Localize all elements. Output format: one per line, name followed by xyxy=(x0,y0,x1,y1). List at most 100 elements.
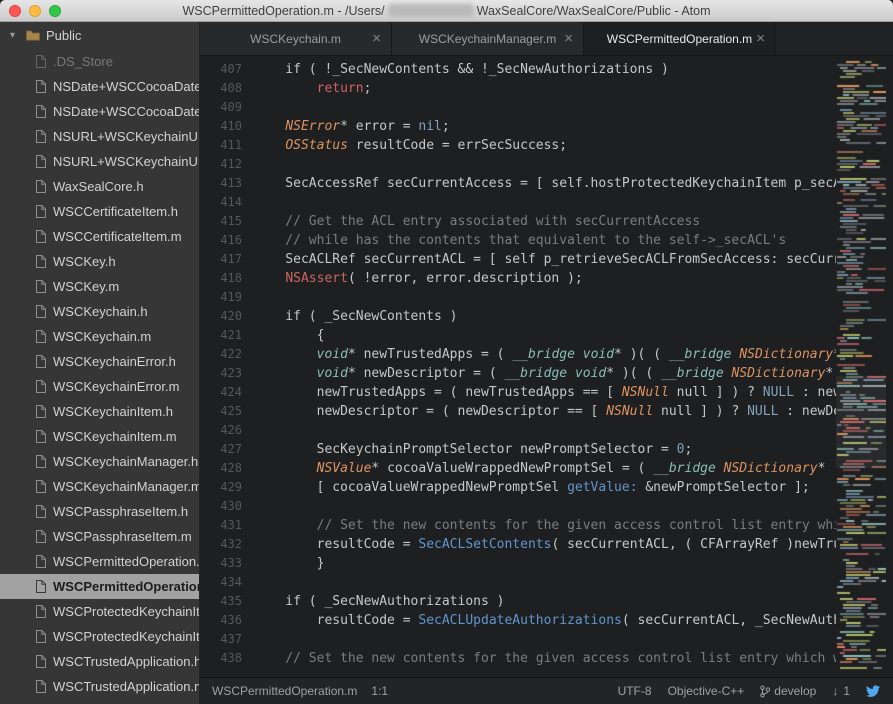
code-line[interactable]: 413 SecAccessRef secCurrentAccess = [ se… xyxy=(200,174,893,193)
code-text xyxy=(242,157,254,172)
code-line[interactable]: 421 { xyxy=(200,326,893,345)
file-icon xyxy=(35,155,46,168)
minimize-window-button[interactable] xyxy=(29,5,41,17)
tree-file-item[interactable]: WSCKeychainError.m xyxy=(0,374,199,399)
status-grammar[interactable]: Objective-C++ xyxy=(668,684,745,698)
status-commits-behind[interactable]: ↓1 xyxy=(832,684,850,698)
line-number: 417 xyxy=(200,250,242,269)
code-line[interactable]: 414 xyxy=(200,193,893,212)
code-line[interactable]: 418 NSAssert( !error, error.description … xyxy=(200,269,893,288)
tab-label: WSCKeychain.m xyxy=(250,32,341,46)
tree-file-item[interactable]: WSCKeychainError.h xyxy=(0,349,199,374)
code-line[interactable]: 431 // Set the new contents for the give… xyxy=(200,516,893,535)
code-line[interactable]: 419 xyxy=(200,288,893,307)
tree-file-item[interactable]: NSDate+WSCCocoaDate.m xyxy=(0,99,199,124)
file-icon xyxy=(35,480,46,493)
tree-file-item[interactable]: WSCKeychainItem.m xyxy=(0,424,199,449)
tree-file-item[interactable]: WSCKeychainManager.m xyxy=(0,474,199,499)
tree-file-item[interactable]: WSCPassphraseItem.m xyxy=(0,524,199,549)
tree-file-item[interactable]: NSURL+WSCKeychainURL.m xyxy=(0,149,199,174)
code-area[interactable]: 407 if ( !_SecNewContents && !_SecNewAut… xyxy=(200,60,893,668)
line-number: 423 xyxy=(200,364,242,383)
file-name: NSDate+WSCCocoaDate.m xyxy=(53,104,199,119)
editor-pane[interactable]: 407 if ( !_SecNewContents && !_SecNewAut… xyxy=(200,56,893,677)
status-git-branch[interactable]: develop xyxy=(760,684,816,698)
tree-file-item[interactable]: WSCPermittedOperation.h xyxy=(0,549,199,574)
code-line[interactable]: 422 void* newTrustedApps = ( __bridge vo… xyxy=(200,345,893,364)
code-line[interactable]: 412 xyxy=(200,155,893,174)
bird-icon[interactable] xyxy=(866,685,881,697)
tree-file-item[interactable]: WSCTrustedApplication.h xyxy=(0,649,199,674)
file-name: WSCKeychainManager.m xyxy=(53,479,199,494)
code-line[interactable]: 427 SecKeychainPromptSelector newPromptS… xyxy=(200,440,893,459)
file-icon xyxy=(35,230,46,243)
file-name: WSCKeychainItem.m xyxy=(53,429,177,444)
tree-file-item[interactable]: WSCProtectedKeychainItem.m xyxy=(0,624,199,649)
code-line[interactable]: 408 return; xyxy=(200,79,893,98)
tree-file-item[interactable]: WaxSealCore.h xyxy=(0,174,199,199)
code-text: if ( _SecNewAuthorizations ) xyxy=(242,594,504,609)
tab-close-button[interactable]: × xyxy=(564,31,573,46)
tree-file-item[interactable]: WSCKeychainManager.h xyxy=(0,449,199,474)
code-line[interactable]: 438 // Set the new contents for the give… xyxy=(200,649,893,668)
tree-file-item[interactable]: WSCKey.h xyxy=(0,249,199,274)
file-name: WSCKeychain.h xyxy=(53,304,148,319)
status-encoding[interactable]: UTF-8 xyxy=(618,684,652,698)
chevron-down-icon: ▾ xyxy=(10,30,20,41)
tree-file-item[interactable]: WSCCertificateItem.h xyxy=(0,199,199,224)
line-number: 427 xyxy=(200,440,242,459)
code-text xyxy=(242,195,254,210)
code-line[interactable]: 429 [ cocoaValueWrappedNewPromptSel getV… xyxy=(200,478,893,497)
tree-file-item[interactable]: NSURL+WSCKeychainURL.h xyxy=(0,124,199,149)
code-line[interactable]: 417 SecACLRef secCurrentACL = [ self p_r… xyxy=(200,250,893,269)
line-number: 437 xyxy=(200,630,242,649)
tree-file-item[interactable]: WSCKeychainItem.h xyxy=(0,399,199,424)
code-line[interactable]: 423 void* newDescriptor = ( __bridge voi… xyxy=(200,364,893,383)
tree-file-item[interactable]: WSCCertificateItem.m xyxy=(0,224,199,249)
code-line[interactable]: 424 newTrustedApps = ( newTrustedApps ==… xyxy=(200,383,893,402)
editor-tab[interactable]: WSCPermittedOperation.m× xyxy=(584,22,776,55)
tree-file-item[interactable]: WSCKey.m xyxy=(0,274,199,299)
code-line[interactable]: 415 // Get the ACL entry associated with… xyxy=(200,212,893,231)
code-line[interactable]: 435 if ( _SecNewAuthorizations ) xyxy=(200,592,893,611)
tree-file-item[interactable]: WSCKeychain.m xyxy=(0,324,199,349)
code-line[interactable]: 434 xyxy=(200,573,893,592)
tab-close-button[interactable]: × xyxy=(372,31,381,46)
tree-root-folder[interactable]: ▾ Public xyxy=(0,22,199,49)
code-line[interactable]: 411 OSStatus resultCode = errSecSuccess; xyxy=(200,136,893,155)
file-name: WSCPermittedOperation.h xyxy=(53,554,199,569)
status-cursor-position[interactable]: 1:1 xyxy=(371,684,388,698)
code-line[interactable]: 410 NSError* error = nil; xyxy=(200,117,893,136)
code-line[interactable]: 437 xyxy=(200,630,893,649)
code-line[interactable]: 407 if ( !_SecNewContents && !_SecNewAut… xyxy=(200,60,893,79)
tree-file-item[interactable]: WSCPassphraseItem.h xyxy=(0,499,199,524)
window-title-prefix: WSCPermittedOperation.m - /Users/ xyxy=(182,4,384,18)
minimap[interactable] xyxy=(836,56,886,676)
code-line[interactable]: 432 resultCode = SecACLSetContents( secC… xyxy=(200,535,893,554)
code-line[interactable]: 428 NSValue* cocoaValueWrappedNewPromptS… xyxy=(200,459,893,478)
code-line[interactable]: 416 // while has the contents that equiv… xyxy=(200,231,893,250)
code-line[interactable]: 409 xyxy=(200,98,893,117)
tree-file-item[interactable]: WSCPermittedOperation.m xyxy=(0,574,199,599)
tab-close-button[interactable]: × xyxy=(756,31,765,46)
file-tree: .DS_StoreNSDate+WSCCocoaDate.h NSDate+WSC… xyxy=(0,49,199,699)
code-text: NSAssert( !error, error.description ); xyxy=(242,271,583,286)
line-number: 430 xyxy=(200,497,242,516)
code-line[interactable]: 430 xyxy=(200,497,893,516)
code-line[interactable]: 433 } xyxy=(200,554,893,573)
file-name: WSCTrustedApplication.h xyxy=(53,654,199,669)
tree-file-item[interactable]: WSCKeychain.h xyxy=(0,299,199,324)
code-line[interactable]: 425 newDescriptor = ( newDescriptor == [… xyxy=(200,402,893,421)
tree-file-item[interactable]: .DS_Store xyxy=(0,49,199,74)
code-line[interactable]: 426 xyxy=(200,421,893,440)
tree-file-item[interactable]: WSCTrustedApplication.m xyxy=(0,674,199,699)
tree-file-item[interactable]: NSDate+WSCCocoaDate.h xyxy=(0,74,199,99)
line-number: 426 xyxy=(200,421,242,440)
close-window-button[interactable] xyxy=(9,5,21,17)
editor-tab[interactable]: WSCKeychain.m × xyxy=(200,22,392,55)
tree-file-item[interactable]: WSCProtectedKeychainItem.h xyxy=(0,599,199,624)
zoom-window-button[interactable] xyxy=(49,5,61,17)
code-line[interactable]: 436 resultCode = SecACLUpdateAuthorizati… xyxy=(200,611,893,630)
code-line[interactable]: 420 if ( _SecNewContents ) xyxy=(200,307,893,326)
editor-tab[interactable]: WSCKeychainManager.m× xyxy=(392,22,584,55)
